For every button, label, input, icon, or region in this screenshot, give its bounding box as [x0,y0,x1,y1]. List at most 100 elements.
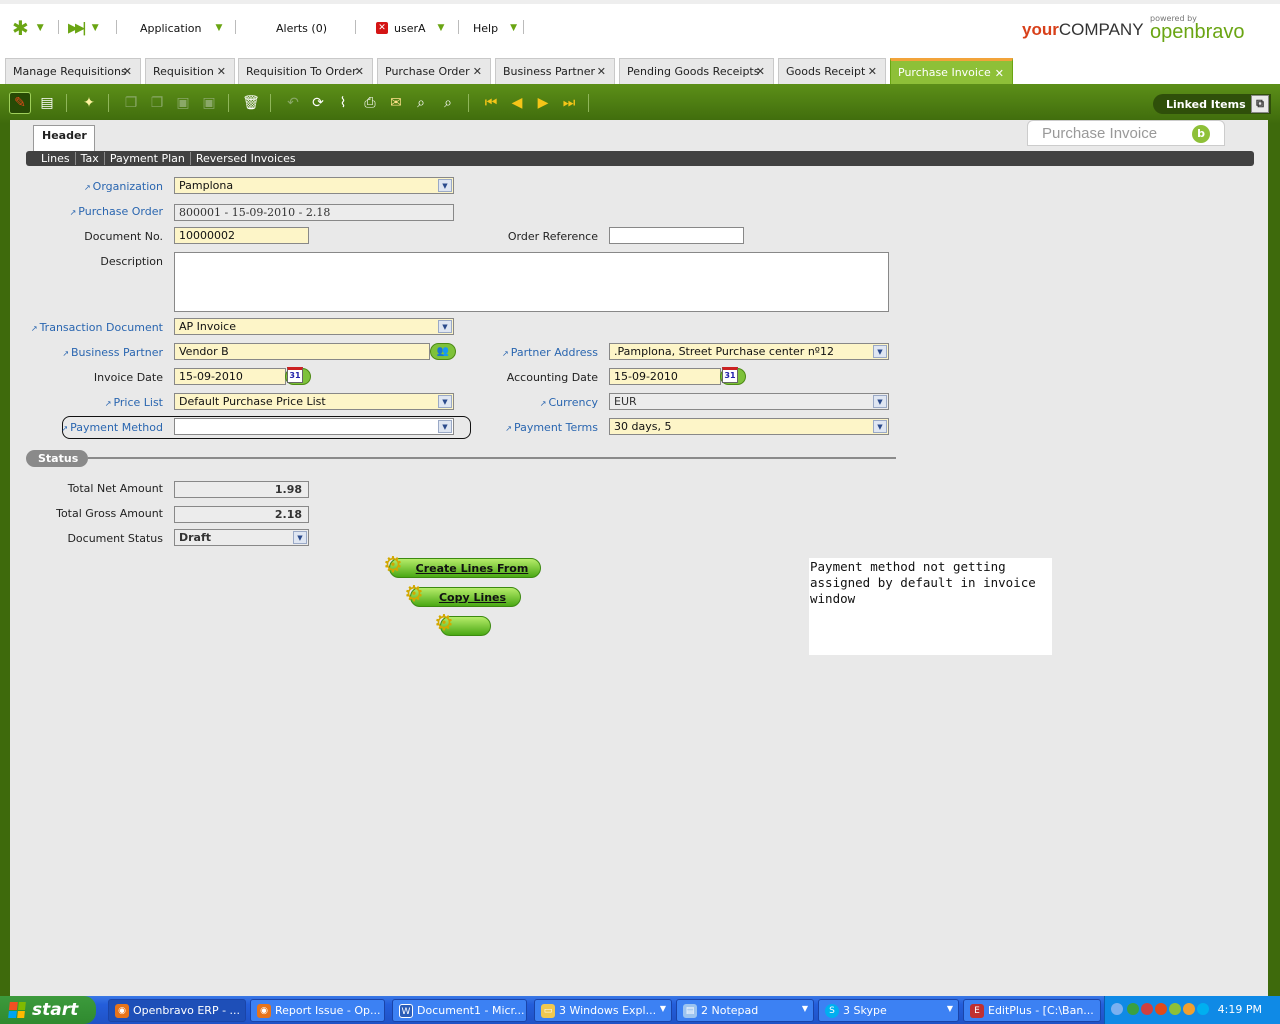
chevron-down-icon: ▼ [510,23,517,33]
transaction-document-label[interactable]: Transaction Document [31,321,163,334]
document-no-field[interactable]: 10000002 [174,227,309,244]
purchase-order-label[interactable]: Purchase Order [70,205,163,218]
close-icon[interactable]: ✕ [123,65,132,78]
invoice-date-calendar-button[interactable]: 31 [285,367,311,385]
tray-skype-icon[interactable] [1197,1003,1209,1015]
user-menu[interactable]: ✕ userA ▼ [376,17,444,39]
taskbar-item[interactable]: S3 Skype ▼ [818,999,959,1022]
taskbar-item[interactable]: ▤ 2 Notepad ▼ [676,999,814,1022]
email-button[interactable]: ✉ [385,92,407,114]
tab-pending-goods-receipts[interactable]: Pending Goods Receipts ✕ [619,58,774,84]
clock: 4:19 PM [1217,1003,1262,1016]
taskbar-item[interactable]: E EditPlus - [C:\Ban... [963,999,1101,1022]
taskbar-item[interactable]: W Document1 - Micr... [392,999,527,1022]
partner-address-select[interactable]: .Pamplona, Street Purchase center nº12 ▼ [609,343,889,360]
application-menu[interactable]: Application ▼ [140,17,222,39]
windows-logo-icon [8,1002,26,1018]
envelope-icon: ✉ [390,95,402,111]
taskbar-item[interactable]: ▭ 3 Windows Expl... ▼ [534,999,672,1022]
tray-app-icon[interactable] [1141,1003,1153,1015]
toolbar: ✎ ▤ ✦ ❐ ❐ ▣ ▣ 🗑 ↶ ⟳ ⌇ ⎙ ✉ ⌕ ⌕ ⏮ ◀ ▶ ⏭ [0,84,1280,120]
payment-method-select[interactable]: ▼ [174,418,454,435]
subtab-reversed-invoices[interactable]: Reversed Invoices [191,152,301,165]
tab-header[interactable]: Header [33,125,95,151]
gear-icon: ⚙ [404,582,424,607]
business-partner-field[interactable]: Vendor B [174,343,430,360]
tab-requisition[interactable]: Requisition ✕ [145,58,235,84]
quick-launch-button[interactable]: ▶▶| ▼ [68,17,99,39]
print-button[interactable]: ⎙ [359,92,381,114]
refresh-button[interactable]: ⟳ [307,92,329,114]
tray-expand-icon[interactable] [1111,1003,1123,1015]
last-record-button[interactable]: ⏭ [558,92,580,114]
search-button[interactable]: ⌕ [410,92,432,114]
tray-app-icon[interactable] [1127,1003,1139,1015]
tab-manage-requisitions[interactable]: Manage Requisitions ✕ [5,58,141,84]
tab-goods-receipt[interactable]: Goods Receipt ✕ [778,58,886,84]
organization-select[interactable]: Pamplona ▼ [174,177,454,194]
payment-terms-label[interactable]: Payment Terms [505,421,598,434]
partner-address-label[interactable]: Partner Address [502,346,598,359]
help-menu[interactable]: Help ▼ [473,17,517,39]
order-reference-field[interactable] [609,227,744,244]
copy-icon: ❐ [124,95,138,111]
taskbar-item[interactable]: ◉ Report Issue - Op... [250,999,385,1022]
accounting-date-calendar-button[interactable]: 31 [720,367,746,385]
tray-app-icon[interactable] [1183,1003,1195,1015]
close-icon[interactable]: ✕ [473,65,482,78]
business-partner-search-button[interactable]: 👥 [430,343,456,360]
undo-button: ↶ [282,92,304,114]
tab-purchase-invoice[interactable]: Purchase Invoice ✕ [890,58,1013,84]
first-icon: ⏮ [484,95,498,111]
chevron-down-icon: ▼ [438,395,452,408]
payment-terms-select[interactable]: 30 days, 5 ▼ [609,418,889,435]
tray-app-icon[interactable] [1169,1003,1181,1015]
new-record-button[interactable]: ✦ [78,92,100,114]
linked-items-button[interactable]: Linked Items ⧉ [1153,94,1271,114]
next-record-button[interactable]: ▶ [532,92,554,114]
grid-icon: ▤ [40,95,54,111]
invoice-date-label: Invoice Date [93,371,163,384]
tray-app-icon[interactable] [1155,1003,1167,1015]
business-partner-label[interactable]: Business Partner [62,346,163,359]
edit-view-button[interactable]: ✎ [9,92,31,114]
delete-button[interactable]: 🗑 [240,92,262,114]
create-lines-from-button[interactable]: Create Lines From [389,558,541,578]
currency-label[interactable]: Currency [540,396,598,409]
close-icon[interactable]: ✕ [355,65,364,78]
close-icon[interactable]: ✕ [868,65,877,78]
subtab-tax[interactable]: Tax [76,152,105,165]
price-list-select[interactable]: Default Purchase Price List ▼ [174,393,454,410]
taskbar-item[interactable]: ◉ Openbravo ERP - ... [108,999,246,1022]
alerts-link[interactable]: Alerts (0) [276,17,327,39]
main-menu-button[interactable]: ✱ ▼ [12,16,44,40]
firefox-icon: ◉ [257,1004,271,1018]
description-textarea[interactable] [174,252,889,312]
accounting-date-field[interactable]: 15-09-2010 [609,368,721,385]
invoice-date-field[interactable]: 15-09-2010 [174,368,286,385]
first-record-button[interactable]: ⏮ [480,92,502,114]
previous-record-button[interactable]: ◀ [506,92,528,114]
transaction-document-select[interactable]: AP Invoice ▼ [174,318,454,335]
tab-business-partner[interactable]: Business Partner ✕ [495,58,615,84]
grid-view-button[interactable]: ▤ [36,92,58,114]
close-icon[interactable]: ✕ [756,65,765,78]
close-icon[interactable]: ✕ [217,65,226,78]
refresh-icon: ⟳ [312,95,324,111]
close-icon[interactable]: ✕ [597,65,606,78]
price-list-label[interactable]: Price List [105,396,163,409]
close-icon[interactable]: ✕ [995,67,1004,80]
tab-purchase-order[interactable]: Purchase Order ✕ [377,58,491,84]
audit-trail-button[interactable]: ⌕ [437,92,459,114]
asterisk-menu-icon: ✱ [12,16,29,40]
subtab-payment-plan[interactable]: Payment Plan [105,152,191,165]
skype-icon: S [825,1004,839,1018]
currency-select[interactable]: EUR ▼ [609,393,889,410]
start-button[interactable]: start [0,996,96,1024]
organization-label[interactable]: Organization [84,180,163,193]
status-section-header[interactable]: Status [26,450,88,467]
tab-requisition-to-order[interactable]: Requisition To Order ✕ [238,58,373,84]
payment-method-label[interactable]: Payment Method [61,421,163,434]
subtab-lines[interactable]: Lines [36,152,76,165]
attach-button[interactable]: ⌇ [332,92,354,114]
